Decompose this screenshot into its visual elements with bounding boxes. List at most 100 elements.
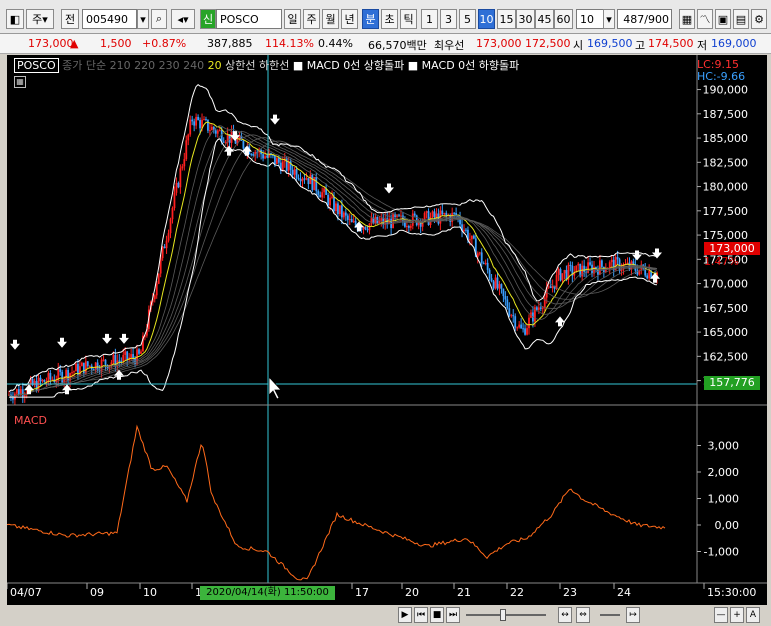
candle-body (433, 211, 436, 218)
prefix-button[interactable]: 전 (61, 9, 79, 29)
price-tick-label: 165,000 (703, 326, 749, 339)
candle-body (445, 212, 448, 216)
period-day[interactable]: 일 (284, 9, 301, 29)
ruler-icon[interactable]: ↦ (626, 607, 640, 623)
candle-body (616, 257, 619, 260)
zoom-fit-icon[interactable]: ↔ (558, 607, 572, 623)
candle-body (59, 369, 62, 372)
trade-amount: 66,570백만 (368, 39, 427, 52)
candle-body (88, 365, 91, 367)
candle-body (313, 176, 316, 191)
stop-icon[interactable]: ■ (430, 607, 444, 623)
candle-body (169, 219, 172, 234)
speaker-icon[interactable]: ◂▾ (171, 9, 195, 29)
interval-select[interactable]: 10 (576, 9, 604, 29)
candle-body (494, 277, 497, 289)
candle-body (541, 307, 544, 309)
candle-body (311, 174, 314, 191)
candle-body (193, 121, 196, 126)
minute-10[interactable]: 10 (478, 9, 495, 29)
zoom-mini-slider[interactable] (600, 614, 620, 616)
period-second[interactable]: 초 (381, 9, 398, 29)
candle-body (329, 197, 331, 206)
candle-body (346, 215, 349, 220)
candle-body (512, 315, 515, 317)
minute-5[interactable]: 5 (459, 9, 476, 29)
trend-icon[interactable]: 〽 (697, 9, 713, 29)
candle-body (549, 286, 552, 289)
candle-body (518, 324, 521, 328)
legend-stock-name: POSCO (14, 58, 59, 73)
hc-label: HC:-9.66 (697, 70, 746, 83)
minute-3[interactable]: 3 (440, 9, 457, 29)
period-tick[interactable]: 틱 (400, 9, 417, 29)
period-year[interactable]: 년 (341, 9, 358, 29)
candle-body (535, 307, 538, 310)
candle-body (490, 278, 493, 282)
text-icon[interactable]: A (746, 607, 760, 623)
time-tick-label: 23 (563, 586, 577, 599)
count-value: 487 (623, 12, 645, 26)
minute-30[interactable]: 30 (516, 9, 535, 29)
candle-body (75, 363, 77, 372)
count-field[interactable]: 487/900 (617, 9, 672, 29)
code-input[interactable]: 005490 (82, 9, 137, 29)
minute-45[interactable]: 45 (535, 9, 554, 29)
zoom-slider-thumb[interactable] (500, 609, 506, 621)
period-month[interactable]: 월 (322, 9, 339, 29)
open-price: 169,500 (587, 37, 633, 50)
change-percent: +0.87% (142, 37, 187, 50)
zoom-slider-track[interactable] (466, 614, 546, 616)
market-select[interactable]: 주 ▾ (26, 9, 54, 29)
candle-body (15, 389, 18, 394)
candle-body (185, 140, 188, 160)
price-tick-label: 190,000 (703, 84, 749, 97)
gear-icon[interactable]: ⚙ (751, 9, 767, 29)
legend-upper-band: 상한선 (225, 59, 256, 72)
image-icon[interactable]: ▣ (715, 9, 731, 29)
time-tick-label: 04/07 (10, 586, 42, 599)
zoom-in-icon[interactable]: + (730, 607, 744, 623)
candle-body (374, 216, 377, 224)
interval-dropdown-icon[interactable]: ▾ (603, 9, 615, 29)
down-arrow-icon (102, 333, 112, 344)
candle-body (486, 262, 489, 270)
save-icon[interactable]: ▤ (733, 9, 749, 29)
minute-15[interactable]: 15 (497, 9, 516, 29)
bid-price: 172,500 (525, 37, 571, 50)
candle-body (222, 141, 225, 143)
period-minute[interactable]: 분 (362, 9, 379, 29)
table-icon[interactable]: ▦ (14, 76, 26, 88)
candle-body (126, 351, 129, 360)
candle-body (321, 192, 324, 198)
down-arrow-icon (57, 337, 67, 348)
minute-60[interactable]: 60 (554, 9, 573, 29)
low-price: 169,000 (711, 37, 757, 50)
chart-icon[interactable]: ◧ (6, 9, 24, 29)
price-tick-label: 185,000 (703, 132, 749, 145)
chart-svg[interactable]: 190,000 187,500 185,000 182,500 180,000 177,5… (7, 55, 767, 605)
candle-body (333, 196, 335, 212)
candle-body (315, 176, 318, 192)
candle-body (502, 288, 505, 297)
period-week[interactable]: 주 (303, 9, 320, 29)
candle-body (463, 229, 465, 231)
code-dropdown-icon[interactable]: ▾ (137, 9, 149, 29)
candle-body (210, 126, 213, 131)
chart-area[interactable]: 190,000 187,500 185,000 182,500 180,000 177,5… (7, 55, 767, 605)
stock-name-field[interactable]: POSCO (216, 9, 282, 29)
volume-percent: 114.13% (265, 37, 314, 50)
scroll-right-icon[interactable]: ▶ (398, 607, 412, 623)
candle-body (563, 270, 566, 274)
minute-1[interactable]: 1 (421, 9, 438, 29)
zoom-scroll-icon[interactable]: ⇔ (576, 607, 590, 623)
ask-price: 173,000 (476, 37, 522, 50)
search-icon[interactable]: ⌕ (151, 9, 167, 29)
macd-tick-label: 2,000 (708, 466, 740, 479)
grid-icon[interactable]: ▦ (679, 9, 695, 29)
scroll-end-icon[interactable]: ⏭ (446, 607, 460, 623)
candle-body (41, 379, 44, 382)
zoom-out-icon[interactable]: — (714, 607, 728, 623)
price-tick-label: 167,500 (703, 302, 749, 315)
scroll-start-icon[interactable]: ⏮ (414, 607, 428, 623)
